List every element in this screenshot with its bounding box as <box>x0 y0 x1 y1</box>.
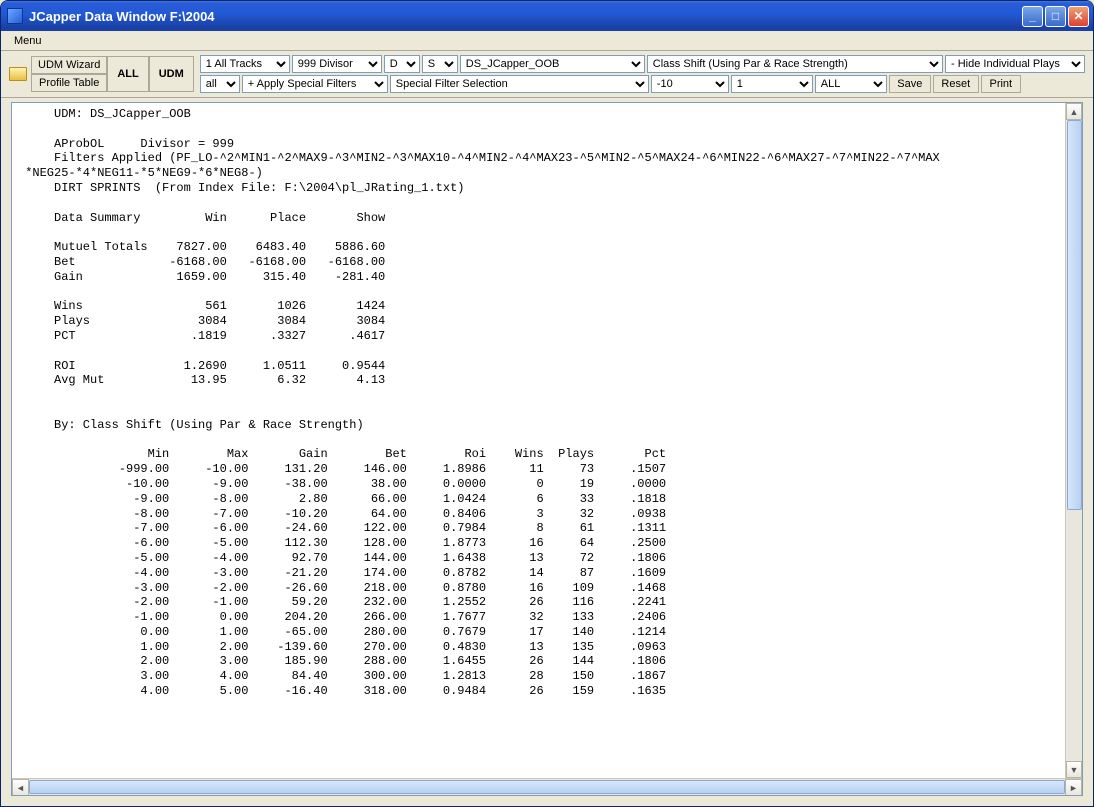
vertical-scrollbar[interactable]: ▲ ▼ <box>1065 103 1082 778</box>
udm-button[interactable]: UDM <box>149 56 194 92</box>
menubar: Menu <box>1 31 1093 51</box>
app-window: JCapper Data Window F:\2004 _ □ ✕ Menu U… <box>0 0 1094 807</box>
s-select[interactable]: S <box>422 55 458 73</box>
udm-name-select[interactable]: DS_JCapper_OOB <box>460 55 645 73</box>
apply-filters-select[interactable]: + Apply Special Filters <box>242 75 388 93</box>
neg10-select[interactable]: -10 <box>651 75 729 93</box>
scroll-left-arrow-icon[interactable]: ◄ <box>12 779 29 796</box>
scroll-up-arrow-icon[interactable]: ▲ <box>1066 103 1082 120</box>
vscroll-thumb[interactable] <box>1067 120 1082 510</box>
tracks-select[interactable]: 1 All Tracks <box>200 55 290 73</box>
maximize-button[interactable]: □ <box>1045 6 1066 27</box>
udm-wizard-button[interactable]: UDM Wizard <box>31 56 107 74</box>
window-title: JCapper Data Window F:\2004 <box>29 9 1022 24</box>
all-select[interactable]: all <box>200 75 240 93</box>
app-icon <box>7 8 23 24</box>
allcaps-select[interactable]: ALL <box>815 75 887 93</box>
hide-plays-select[interactable]: - Hide Individual Plays <box>945 55 1085 73</box>
profile-table-button[interactable]: Profile Table <box>31 74 107 92</box>
reset-button[interactable]: Reset <box>933 75 979 93</box>
print-button[interactable]: Print <box>981 75 1021 93</box>
special-filter-select[interactable]: Special Filter Selection <box>390 75 649 93</box>
class-shift-select[interactable]: Class Shift (Using Par & Race Strength) <box>647 55 943 73</box>
horizontal-scrollbar[interactable]: ◄ ► <box>12 778 1082 795</box>
folder-icon[interactable] <box>9 67 27 81</box>
scroll-right-arrow-icon[interactable]: ► <box>1065 779 1082 796</box>
report-text-area[interactable]: UDM: DS_JCapper_OOB AProbOL Divisor = 99… <box>12 103 1082 778</box>
report-frame: UDM: DS_JCapper_OOB AProbOL Divisor = 99… <box>11 102 1083 796</box>
report-content: UDM: DS_JCapper_OOB AProbOL Divisor = 99… <box>12 103 1082 703</box>
titlebar[interactable]: JCapper Data Window F:\2004 _ □ ✕ <box>1 1 1093 31</box>
menu-menu[interactable]: Menu <box>7 33 49 49</box>
divisor-select[interactable]: 999 Divisor <box>292 55 382 73</box>
hscroll-thumb[interactable] <box>29 780 1065 794</box>
scroll-down-arrow-icon[interactable]: ▼ <box>1066 761 1082 778</box>
minimize-button[interactable]: _ <box>1022 6 1043 27</box>
toolbar: UDM Wizard Profile Table ALL UDM 1 All T… <box>1 51 1093 98</box>
one-select[interactable]: 1 <box>731 75 813 93</box>
d-select[interactable]: D <box>384 55 420 73</box>
save-button[interactable]: Save <box>889 75 931 93</box>
all-button[interactable]: ALL <box>107 56 148 92</box>
close-button[interactable]: ✕ <box>1068 6 1089 27</box>
